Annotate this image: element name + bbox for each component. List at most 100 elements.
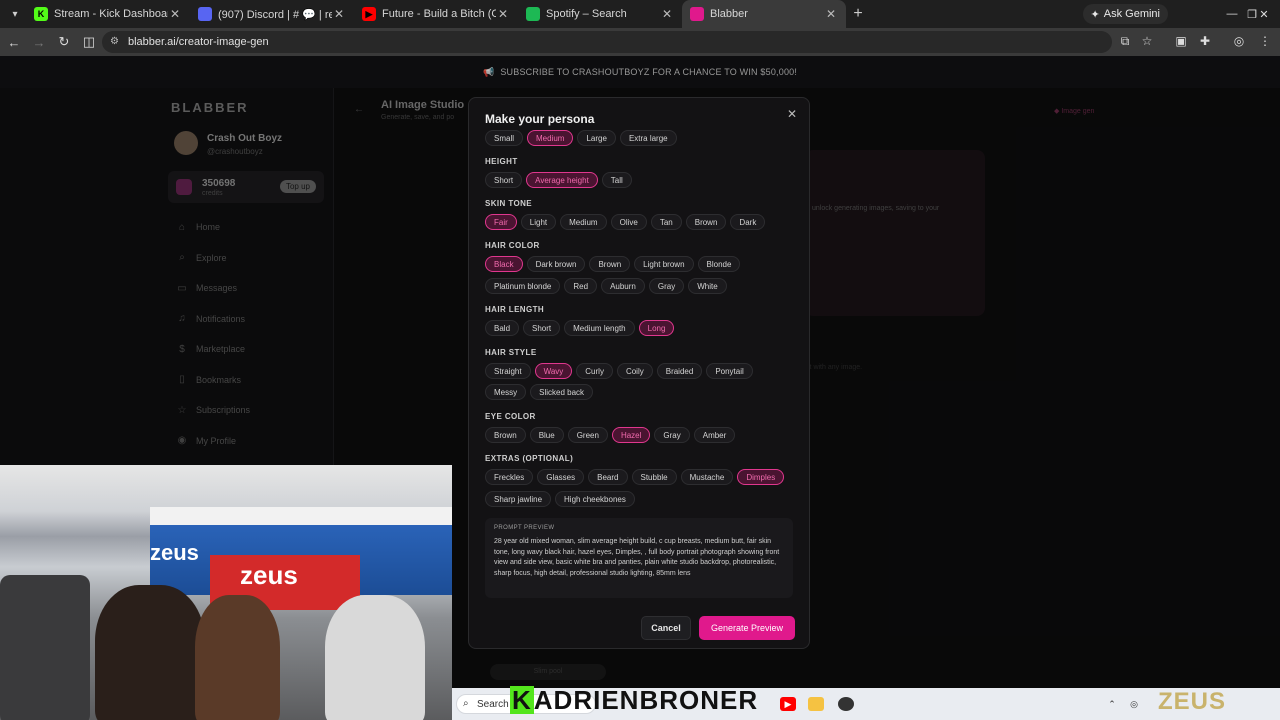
generate-preview-button[interactable]: Generate Preview: [699, 616, 795, 640]
option-row: Platinum blonde Red Auburn Gray White: [485, 278, 727, 294]
option-chip-fair[interactable]: Fair: [485, 214, 517, 230]
option-chip-large[interactable]: Large: [577, 130, 616, 146]
option-chip-straight[interactable]: Straight: [485, 363, 531, 379]
option-chip-long[interactable]: Long: [638, 320, 675, 336]
youtube-taskbar-icon[interactable]: ▶: [780, 697, 796, 711]
option-chip-curly[interactable]: Curly: [576, 363, 613, 379]
option-chip-green[interactable]: Green: [567, 427, 608, 443]
close-tab-icon[interactable]: ✕: [496, 7, 510, 21]
ask-gemini-button[interactable]: ✦ Ask Gemini: [1082, 4, 1168, 24]
option-chip-blonde[interactable]: Blonde: [697, 256, 741, 272]
tray-app-icon[interactable]: ◎: [1126, 697, 1142, 711]
option-row: Bald Short Medium length Long: [485, 320, 675, 336]
streamer-tag: KADRIENBRONER: [510, 685, 759, 715]
section-label: HAIR LENGTH: [485, 305, 545, 314]
option-chip-short[interactable]: Short: [485, 172, 523, 188]
option-chip-platinum-blonde[interactable]: Platinum blonde: [485, 278, 561, 294]
close-tab-icon[interactable]: ✕: [332, 7, 346, 21]
close-tab-icon[interactable]: ✕: [824, 7, 838, 21]
browser-tab[interactable]: Blabber ✕: [682, 0, 846, 28]
extension-badge-icon[interactable]: ▣: [1172, 34, 1190, 48]
ring-logo-text: zeus: [150, 540, 199, 565]
close-tab-icon[interactable]: ✕: [168, 7, 182, 21]
back-button[interactable]: ←: [2, 35, 26, 50]
option-chip-extra-large[interactable]: Extra large: [619, 130, 677, 146]
option-chip-slicked-back[interactable]: Slicked back: [530, 384, 594, 400]
option-chip-small[interactable]: Small: [485, 130, 524, 146]
cancel-button[interactable]: Cancel: [641, 616, 691, 640]
option-chip-olive[interactable]: Olive: [610, 214, 647, 230]
option-chip-tan[interactable]: Tan: [650, 214, 682, 230]
option-chip-short[interactable]: Short: [523, 320, 561, 336]
close-tab-icon[interactable]: ✕: [660, 7, 674, 21]
option-chip-gray[interactable]: Gray: [654, 427, 690, 443]
new-tab-button[interactable]: +: [846, 5, 870, 23]
option-chip-stubble[interactable]: Stubble: [631, 469, 677, 485]
option-chip-medium[interactable]: Medium: [527, 130, 574, 146]
option-chip-dimples[interactable]: Dimples: [737, 469, 785, 485]
folder-taskbar-icon[interactable]: [808, 697, 824, 711]
zeus-watermark: ZEUS: [1158, 688, 1227, 715]
gemini-icon: ✦: [1090, 8, 1100, 21]
webcam-overlay: zeus zeus: [0, 465, 452, 720]
option-chip-dark-brown[interactable]: Dark brown: [526, 256, 586, 272]
option-chip-brown[interactable]: Brown: [589, 256, 631, 272]
site-info-icon[interactable]: ⚙: [110, 36, 119, 47]
extensions-icon[interactable]: ✚: [1196, 34, 1214, 48]
browser-tab[interactable]: K Stream - Kick Dashboard ✕: [26, 0, 190, 28]
option-chip-coily[interactable]: Coily: [616, 363, 653, 379]
option-chip-brown[interactable]: Brown: [685, 214, 727, 230]
option-chip-medium-length[interactable]: Medium length: [564, 320, 635, 336]
option-chip-average-height[interactable]: Average height: [526, 172, 598, 188]
browser-tab[interactable]: (907) Discord | # 💬 | reactions✕: [190, 0, 354, 28]
option-chip-freckles[interactable]: Freckles: [485, 469, 534, 485]
persona-modal: Make your persona ✕ Small Medium Large Extr…: [468, 97, 810, 649]
option-chip-brown[interactable]: Brown: [485, 427, 526, 443]
reload-button[interactable]: ↻: [52, 34, 76, 50]
browser-tab[interactable]: ▶ Future - Build a Bitch (Official A✕: [354, 0, 518, 28]
option-row: Short Average height Tall: [485, 172, 632, 188]
option-chip-beard[interactable]: Beard: [588, 469, 628, 485]
option-chip-hazel[interactable]: Hazel: [611, 427, 651, 443]
option-chip-light-brown[interactable]: Light brown: [634, 256, 694, 272]
option-chip-black[interactable]: Black: [485, 256, 523, 272]
option-chip-light[interactable]: Light: [520, 214, 557, 230]
close-window-button[interactable]: ✕: [1248, 0, 1280, 28]
option-chip-gray[interactable]: Gray: [648, 278, 685, 294]
app-taskbar-icon[interactable]: [838, 697, 854, 711]
option-chip-auburn[interactable]: Auburn: [601, 278, 645, 294]
option-chip-dark[interactable]: Dark: [730, 214, 766, 230]
section-label: HEIGHT: [485, 157, 518, 166]
install-app-icon[interactable]: ⧉: [1116, 34, 1134, 49]
profile-icon[interactable]: ◎: [1230, 34, 1248, 48]
option-chip-mustache[interactable]: Mustache: [680, 469, 734, 485]
option-chip-braided[interactable]: Braided: [656, 363, 703, 379]
option-chip-bald[interactable]: Bald: [485, 320, 520, 336]
bookmark-star-icon[interactable]: ☆: [1138, 34, 1156, 48]
option-chip-amber[interactable]: Amber: [693, 427, 736, 443]
browser-tab[interactable]: Spotify – Search ✕: [518, 0, 682, 28]
close-icon[interactable]: ✕: [787, 107, 797, 121]
taskbar-search-label: Search: [477, 698, 509, 710]
menu-icon[interactable]: ⋮: [1256, 34, 1274, 48]
address-bar-row: ← → ↻ ◫ ⚙ blabber.ai/creator-image-gen: [0, 28, 1280, 56]
option-chip-tall[interactable]: Tall: [601, 172, 632, 188]
option-chip-high-cheekbones[interactable]: High cheekbones: [555, 491, 635, 507]
option-chip-glasses[interactable]: Glasses: [537, 469, 585, 485]
option-chip-messy[interactable]: Messy: [485, 384, 527, 400]
split-view-button[interactable]: ◫: [77, 34, 101, 50]
tab-search-menu-icon[interactable]: ▾: [4, 4, 26, 24]
person-right: [325, 595, 425, 720]
option-chip-red[interactable]: Red: [564, 278, 598, 294]
option-chip-white[interactable]: White: [688, 278, 727, 294]
option-chip-wavy[interactable]: Wavy: [534, 363, 573, 379]
option-chip-sharp-jawline[interactable]: Sharp jawline: [485, 491, 552, 507]
option-chip-ponytail[interactable]: Ponytail: [706, 363, 753, 379]
option-row: Small Medium Large Extra large: [485, 130, 677, 146]
option-chip-medium[interactable]: Medium: [560, 214, 607, 230]
url-bar[interactable]: ⚙ blabber.ai/creator-image-gen: [102, 31, 1112, 53]
forward-button[interactable]: →: [27, 35, 51, 50]
option-row: Brown Blue Green Hazel Gray Amber: [485, 427, 736, 443]
option-chip-blue[interactable]: Blue: [529, 427, 564, 443]
tray-chevron-icon[interactable]: ⌃: [1104, 697, 1120, 711]
